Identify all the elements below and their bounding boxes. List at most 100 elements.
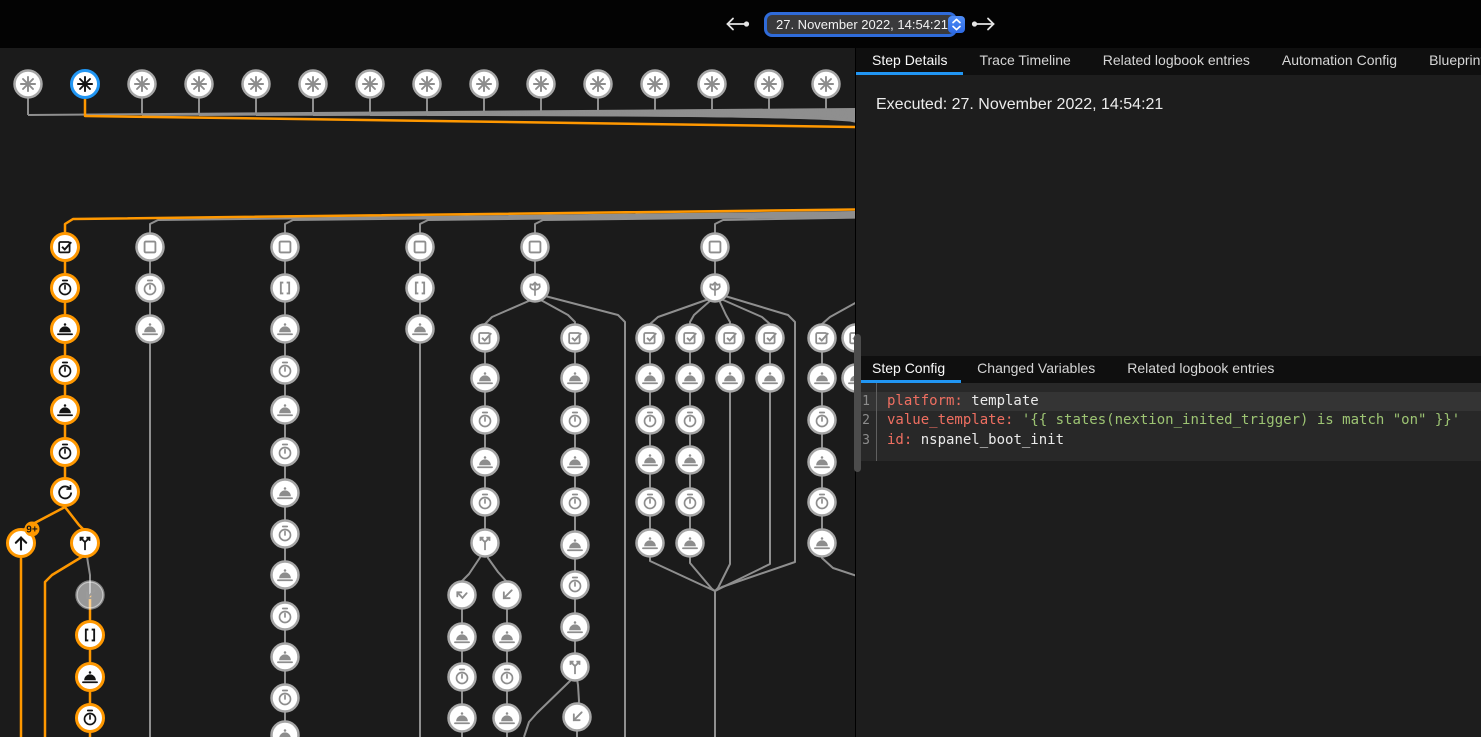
arrow-down-left-node[interactable] [77, 582, 104, 609]
timer-node[interactable] [272, 521, 299, 548]
timer-node[interactable] [494, 664, 521, 691]
asterisk-node[interactable] [414, 71, 441, 98]
tab-changed-variables[interactable]: Changed Variables [961, 356, 1111, 383]
timer-node[interactable] [52, 275, 79, 302]
dome-node[interactable] [677, 530, 704, 557]
timer-node[interactable] [272, 439, 299, 466]
timer-node[interactable] [677, 489, 704, 516]
tab-automation-config[interactable]: Automation Config [1266, 48, 1413, 75]
tab-related-logbook-entries[interactable]: Related logbook entries [1087, 48, 1266, 75]
arrow-down-left-node[interactable] [564, 704, 591, 731]
timer-node[interactable] [272, 357, 299, 384]
timer-node[interactable] [637, 407, 664, 434]
dome-node[interactable] [809, 530, 836, 557]
checkbox-blank-node[interactable] [702, 234, 729, 261]
timer-node[interactable] [637, 489, 664, 516]
asterisk-node[interactable] [357, 71, 384, 98]
dome-node[interactable] [52, 397, 79, 424]
checkbox-marked-node[interactable] [809, 325, 836, 352]
dome-node[interactable] [562, 365, 589, 392]
dome-node[interactable] [449, 624, 476, 651]
checkbox-marked-node[interactable] [52, 234, 79, 261]
dome-node[interactable] [637, 447, 664, 474]
timer-node[interactable] [562, 489, 589, 516]
dome-node[interactable] [809, 449, 836, 476]
timer-node[interactable] [677, 407, 704, 434]
asterisk-node[interactable] [72, 71, 99, 98]
timer-node[interactable] [809, 489, 836, 516]
timer-node[interactable] [562, 572, 589, 599]
dome-node[interactable] [272, 722, 299, 737]
tab-step-details[interactable]: Step Details [856, 48, 963, 75]
asterisk-node[interactable] [129, 71, 156, 98]
dome-node[interactable] [472, 365, 499, 392]
checkbox-blank-node[interactable] [522, 234, 549, 261]
asterisk-node[interactable] [642, 71, 669, 98]
dome-node[interactable] [562, 532, 589, 559]
previous-run-button[interactable] [722, 14, 753, 34]
dome-node[interactable] [757, 365, 784, 392]
tab-related-logbook-entries-2[interactable]: Related logbook entries [1111, 356, 1290, 383]
timer-node[interactable] [472, 489, 499, 516]
tab-trace-timeline[interactable]: Trace Timeline [963, 48, 1086, 75]
dome-node[interactable] [272, 562, 299, 589]
checkbox-marked-node[interactable] [717, 325, 744, 352]
timer-node[interactable] [52, 357, 79, 384]
dome-node[interactable] [637, 365, 664, 392]
tab-blueprint-config[interactable]: Blueprint Config [1413, 48, 1481, 75]
timer-node[interactable] [52, 439, 79, 466]
run-datetime-select[interactable]: 27. November 2022, 14:54:21 [764, 12, 957, 37]
timer-node[interactable] [449, 664, 476, 691]
asterisk-node[interactable] [585, 71, 612, 98]
asterisk-node[interactable] [699, 71, 726, 98]
timer-node[interactable] [77, 705, 104, 732]
dome-node[interactable] [809, 365, 836, 392]
arrow-down-left-node[interactable] [494, 582, 521, 609]
timer-node[interactable] [809, 407, 836, 434]
timer-node[interactable] [272, 603, 299, 630]
checkbox-marked-node[interactable] [562, 325, 589, 352]
asterisk-node[interactable] [243, 71, 270, 98]
brackets-node[interactable] [407, 275, 434, 302]
call-split-node[interactable] [472, 530, 499, 557]
dome-node[interactable] [562, 449, 589, 476]
dome-node[interactable] [677, 365, 704, 392]
tab-step-config[interactable]: Step Config [856, 356, 961, 383]
checkbox-marked-node[interactable] [757, 325, 784, 352]
graph-scrollbar-thumb[interactable] [854, 334, 861, 472]
checkbox-blank-node[interactable] [272, 234, 299, 261]
timer-node[interactable] [137, 275, 164, 302]
dome-node[interactable] [494, 624, 521, 651]
call-split-node[interactable] [562, 654, 589, 681]
checkbox-marked-node[interactable] [472, 325, 499, 352]
next-run-button[interactable] [968, 14, 999, 34]
arrow-decision-node[interactable] [702, 275, 729, 302]
timer-node[interactable] [472, 407, 499, 434]
asterisk-node[interactable] [528, 71, 555, 98]
asterisk-node[interactable] [300, 71, 327, 98]
dome-node[interactable] [562, 614, 589, 641]
dome-node[interactable] [407, 316, 434, 343]
call-split-node[interactable] [72, 530, 99, 557]
yaml-editor[interactable]: 1platform: template2value_template: '{{ … [856, 383, 1481, 461]
dome-node[interactable] [272, 480, 299, 507]
brackets-node[interactable] [272, 275, 299, 302]
checkbox-blank-node[interactable] [407, 234, 434, 261]
dome-node[interactable] [472, 449, 499, 476]
asterisk-node[interactable] [756, 71, 783, 98]
dome-node[interactable] [272, 316, 299, 343]
dome-node[interactable] [449, 705, 476, 732]
checkbox-blank-node[interactable] [137, 234, 164, 261]
asterisk-node[interactable] [15, 71, 42, 98]
timer-node[interactable] [272, 685, 299, 712]
dome-node[interactable] [272, 644, 299, 671]
dome-node[interactable] [137, 316, 164, 343]
dome-node[interactable] [717, 365, 744, 392]
dome-node[interactable] [272, 397, 299, 424]
dome-node[interactable] [77, 664, 104, 691]
arrow-decision-node[interactable] [522, 275, 549, 302]
dome-node[interactable] [494, 705, 521, 732]
checkbox-marked-node[interactable] [637, 325, 664, 352]
dome-node[interactable] [637, 530, 664, 557]
asterisk-node[interactable] [813, 71, 840, 98]
